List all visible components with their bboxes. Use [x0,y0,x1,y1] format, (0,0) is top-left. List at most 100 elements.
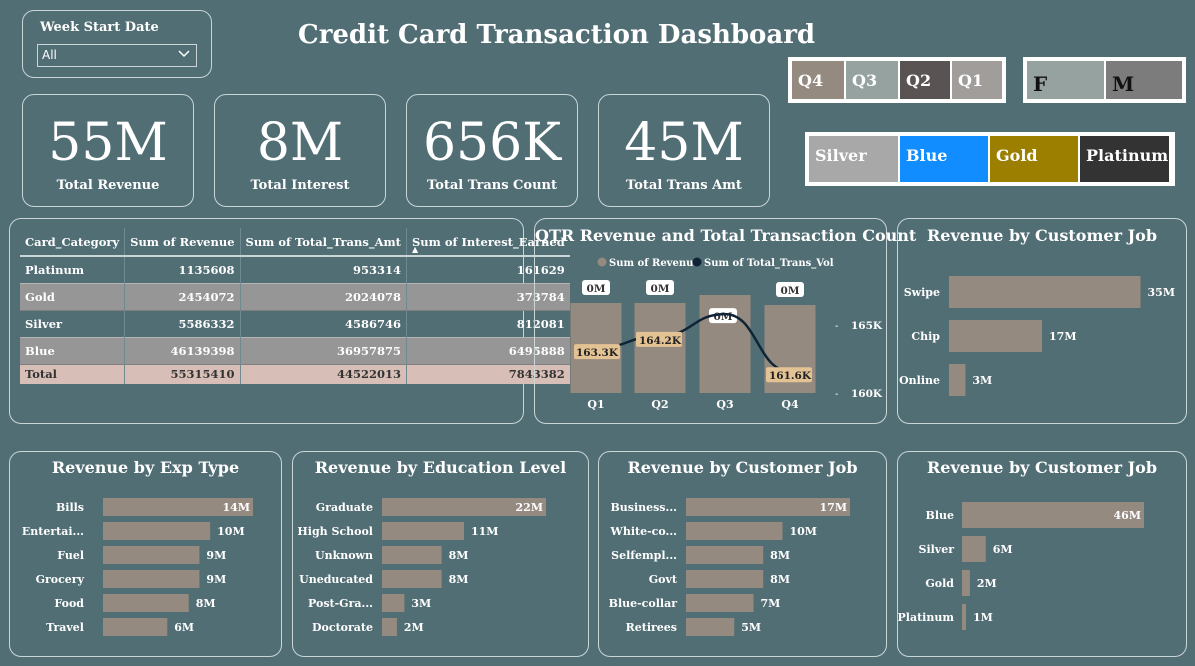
data-label: 9M [206,573,226,586]
table-cell: 36957875 [239,336,407,365]
bar-chart: Business... 17M White-co... 10M Selfempl... 8… [609,498,850,636]
quarter-button-q2[interactable]: Q2 [900,61,950,99]
bar [103,594,189,612]
kpi-value: 656K [422,113,562,173]
category-label: Unknown [315,549,373,562]
card-category-slicer: Silver Blue Gold Platinum [805,132,1175,186]
table-row[interactable]: Blue 46139398 36957875 6495888 [20,336,570,365]
x-tick-label: Q2 [651,398,668,411]
data-label: 6M [174,621,194,634]
data-label: 10M [217,525,244,538]
bar-data-label: 0M [781,285,800,297]
table-cell: Gold [20,282,125,311]
x-tick-label: Q3 [716,398,733,411]
card-filter-platinum[interactable]: Platinum [1080,136,1169,182]
data-label: 8M [196,597,216,610]
legend-label: Sum of Revenue [609,258,700,269]
bar [382,618,397,636]
data-label: 2M [404,621,424,634]
bar [103,522,211,540]
data-label: 2M [977,577,997,590]
gender-button-m[interactable]: M [1106,61,1182,99]
card-filter-silver[interactable]: Silver [809,136,898,182]
kpi-card-interest: 8M Total Interest [214,94,386,207]
category-label: Blue-collar [609,597,678,610]
bar [962,604,966,630]
bar [686,546,764,564]
revenue-by-exp-type-panel: Revenue by Exp Type Bills 14M Entertai... 1… [9,451,282,657]
quarter-button-q4[interactable]: Q4 [792,61,844,99]
line-data-label: 161.6K [769,370,812,382]
bar [686,618,735,636]
category-label: Doctorate [312,621,373,634]
table-cell: 5586332 [124,310,241,337]
data-label: 9M [206,549,226,562]
y2-tick-label: 165K [851,320,883,332]
chart-title: Revenue by Customer Job [927,458,1157,477]
table-cell: Platinum [25,262,85,277]
bar-data-label: 0M [587,283,606,295]
category-label: Business... [610,501,677,514]
table-cell: 2454072 [124,282,241,311]
card-category-table: Card_Category Sum of Revenue Sum of Tota… [20,228,570,384]
bar [103,546,200,564]
category-label: Silver [919,543,955,556]
bar-chart: Swipe 35M Chip 17M Online 3M [899,276,1175,396]
kpi-label: Total Interest [250,178,350,193]
card-filter-blue[interactable]: Blue [900,136,988,182]
category-label: Fuel [57,549,84,562]
table-cell: 1135608 [124,256,241,283]
bar-chart: Blue 46M Silver 6M Gold 2M Platinum 1M [898,502,1144,630]
quarter-button-q3[interactable]: Q3 [846,61,898,99]
bar [949,364,966,396]
table-row[interactable]: Gold 2454072 2024078 373784 [20,282,570,311]
bar [962,536,986,562]
category-label: Retirees [626,621,677,634]
gender-button-f[interactable]: F [1027,61,1104,99]
x-tick-label: Q1 [587,398,604,411]
table-cell: 44522013 [239,363,407,384]
category-label: Entertai... [22,525,84,538]
table-total-row: Total 55315410 44522013 7843382 [20,363,570,384]
category-label: Post-Gra... [308,597,373,610]
data-label: 8M [770,573,790,586]
week-start-dropdown[interactable]: All [37,44,197,67]
legend-marker-revenue [597,257,607,267]
bar [382,522,464,540]
bar [686,522,783,540]
quarter-button-q1[interactable]: Q1 [952,61,1002,99]
revenue-by-customer-job-panel-1: Revenue by Customer Job Swipe 35M Chip 17M O… [897,218,1187,424]
category-label: White-co... [609,525,677,538]
table-cell: Blue [20,336,125,365]
kpi-card-revenue: 55M Total Revenue [22,94,194,207]
x-tick-label: Q4 [781,398,799,411]
table-row[interactable]: Silver 5586332 4586746 812081 [20,310,570,337]
data-label: 8M [770,549,790,562]
data-label: 8M [449,573,469,586]
bar [962,570,970,596]
column-header[interactable]: Card_Category [20,228,125,256]
category-label: Govt [649,573,678,586]
bar [382,546,442,564]
bar-chart: Graduate 22M High School 11M Unknown 8M Uneduc… [297,498,546,636]
data-label: 7M [761,597,781,610]
table-cell: Silver [25,316,63,331]
legend-label: Sum of Total_Trans_Vol [704,258,834,269]
table-cell: 46139398 [124,336,241,365]
chart-title: Revenue by Customer Job [627,458,858,477]
slicer-title: Week Start Date [40,20,159,35]
data-label: 1M [973,611,993,624]
category-label: Online [899,374,940,387]
data-label: 17M [820,501,847,514]
chart-title: QTR Revenue and Total Transaction Count [535,226,917,245]
column-header[interactable]: Sum of Revenue [124,228,241,256]
bar [382,570,442,588]
column-header[interactable]: Sum of Total_Trans_Amt [239,228,407,256]
revenue-by-customer-job-panel-2: Revenue by Customer Job Business... 17M Wh… [598,451,887,657]
data-label: 3M [411,597,431,610]
category-label: Platinum [898,611,954,624]
bar [103,570,200,588]
card-filter-gold[interactable]: Gold [990,136,1078,182]
table-row[interactable]: Platinum 1135608 953314 161629 [20,256,570,283]
kpi-label: Total Trans Count [427,178,557,193]
